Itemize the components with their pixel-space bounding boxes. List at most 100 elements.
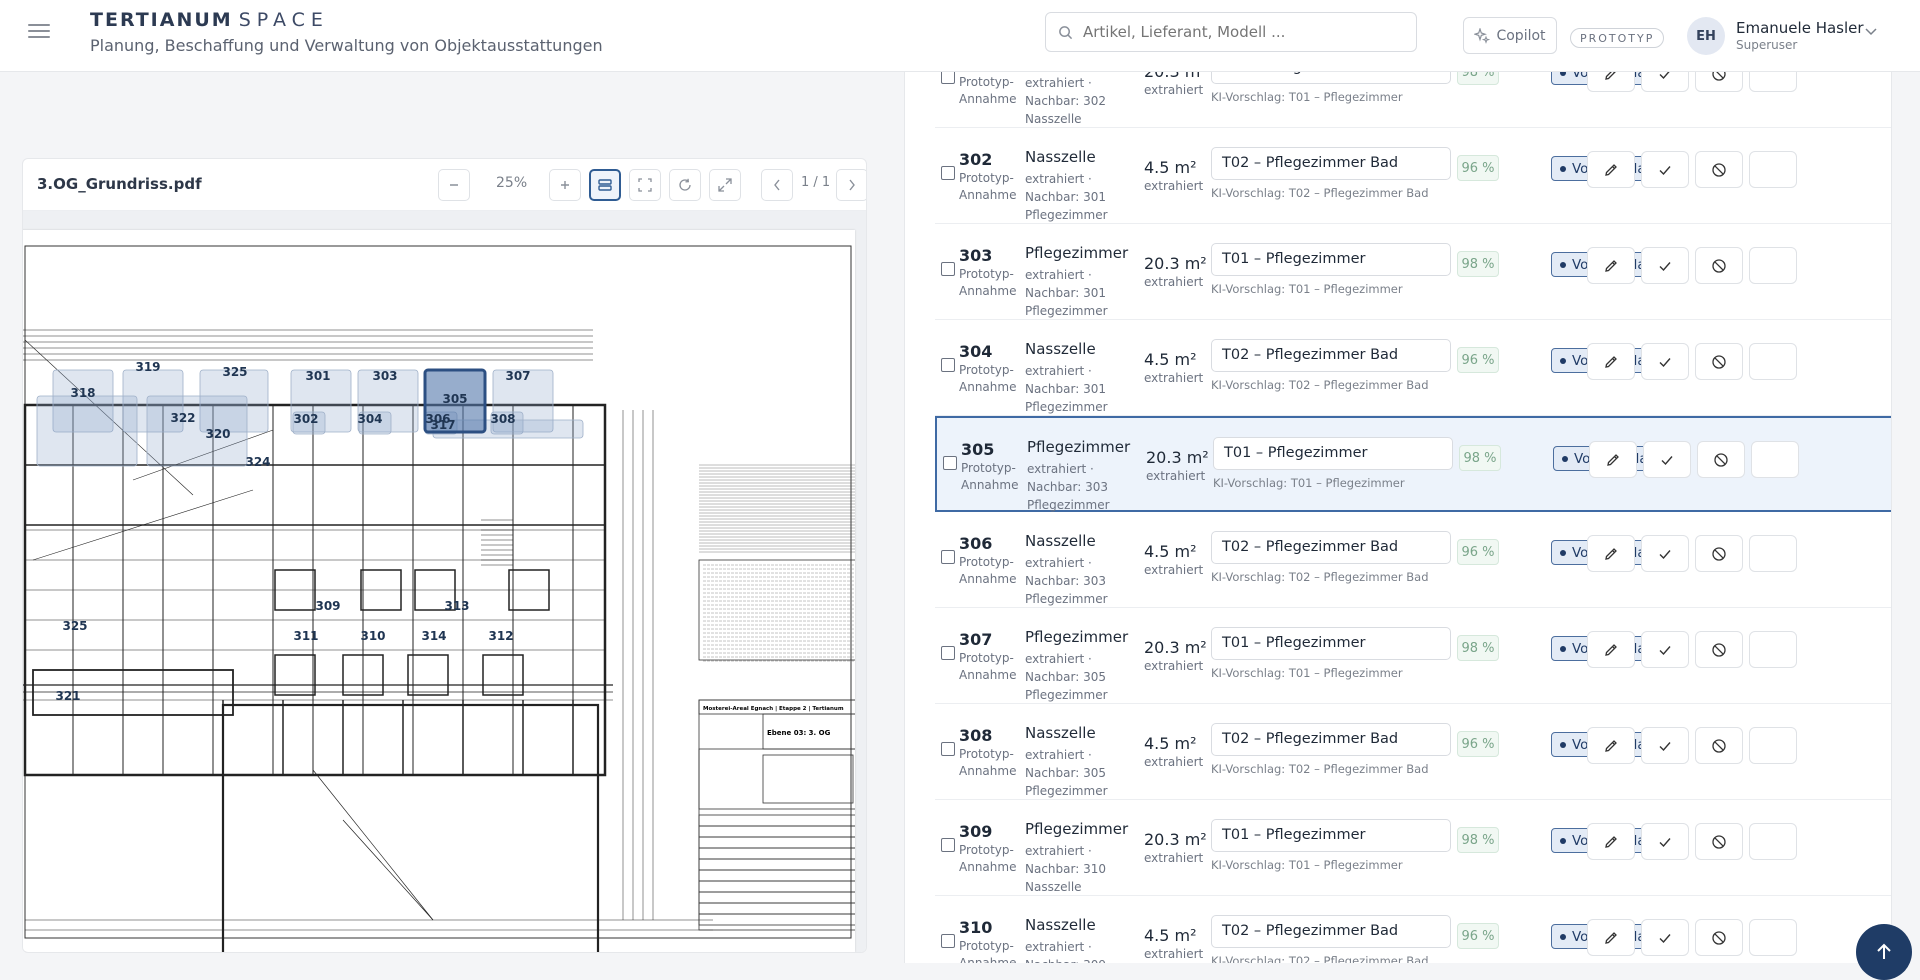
reject-button[interactable] [1695, 535, 1743, 572]
edit-button[interactable] [1587, 72, 1635, 92]
ban-icon [1712, 930, 1726, 945]
edit-button[interactable] [1589, 441, 1637, 478]
accept-button[interactable] [1641, 343, 1689, 380]
floor-plan[interactable]: 319 325 301 303305307318322320302 304 306 3083… [22, 230, 860, 952]
menu-icon[interactable] [28, 20, 50, 40]
prev-page-button[interactable] [761, 169, 793, 201]
row-checkbox[interactable] [941, 742, 955, 756]
copilot-button[interactable]: Copilot [1463, 17, 1557, 54]
edit-button[interactable] [1587, 535, 1635, 572]
search-input[interactable] [1083, 23, 1383, 41]
table-row[interactable]: Prototyp-Annahme extrahiert · Nachbar: 3… [935, 72, 1891, 128]
viewer-canvas[interactable]: 319 325 301 303 305 307 318 322 320 302 304 306 308 3… [22, 211, 866, 952]
more-button[interactable] [1749, 535, 1797, 572]
accept-button[interactable] [1641, 823, 1689, 860]
more-button[interactable] [1749, 631, 1797, 668]
row-checkbox[interactable] [941, 72, 955, 84]
more-button[interactable] [1749, 823, 1797, 860]
reject-button[interactable] [1695, 247, 1743, 284]
edit-button[interactable] [1587, 631, 1635, 668]
room-type-select[interactable]: T02 – Pflegezimmer Bad [1211, 339, 1451, 372]
row-checkbox[interactable] [941, 166, 955, 180]
table-row[interactable]: 303 Prototyp-Annahme Pflegezimmer extrah… [935, 224, 1891, 320]
room-type-select[interactable]: T02 – Pflegezimmer Bad [1211, 915, 1451, 948]
accept-button[interactable] [1641, 72, 1689, 92]
edit-button[interactable] [1587, 727, 1635, 764]
accept-button[interactable] [1641, 535, 1689, 572]
room-type-select[interactable]: T01 – Pflegezimmer [1211, 72, 1451, 84]
more-button[interactable] [1749, 247, 1797, 284]
user-name[interactable]: Emanuele Hasler [1736, 19, 1864, 37]
pencil-icon [1605, 643, 1617, 656]
accept-button[interactable] [1641, 247, 1689, 284]
row-checkbox[interactable] [941, 838, 955, 852]
room-type-select[interactable]: T02 – Pflegezimmer Bad [1211, 147, 1451, 180]
reject-button[interactable] [1695, 151, 1743, 188]
reject-button[interactable] [1695, 823, 1743, 860]
room-overlay[interactable] [146, 395, 248, 467]
room-area: 4.5 m² [1144, 734, 1197, 753]
table-row[interactable]: 306 Prototyp-Annahme Nasszelle extrahier… [935, 512, 1891, 608]
reject-button[interactable] [1695, 631, 1743, 668]
table-row[interactable]: 307 Prototyp-Annahme Pflegezimmer extrah… [935, 608, 1891, 704]
more-button[interactable] [1751, 441, 1799, 478]
table-row[interactable]: 302 Prototyp-Annahme Nasszelle extrahier… [935, 128, 1891, 224]
accept-button[interactable] [1641, 151, 1689, 188]
avatar[interactable]: EH [1687, 17, 1725, 55]
row-checkbox[interactable] [941, 358, 955, 372]
accept-button[interactable] [1641, 727, 1689, 764]
room-type-select[interactable]: T02 – Pflegezimmer Bad [1211, 531, 1451, 564]
row-checkbox[interactable] [941, 646, 955, 660]
reject-button[interactable] [1695, 72, 1743, 92]
room-source: Prototyp-Annahme [959, 363, 1017, 394]
reject-button[interactable] [1695, 919, 1743, 956]
edit-button[interactable] [1587, 919, 1635, 956]
table-row[interactable]: 309 Prototyp-Annahme Pflegezimmer extrah… [935, 800, 1891, 896]
reject-button[interactable] [1695, 343, 1743, 380]
room-source: Prototyp-Annahme [959, 171, 1017, 202]
search-box[interactable] [1045, 12, 1417, 52]
room-area: 20.3 m² [1144, 830, 1207, 849]
row-checkbox[interactable] [941, 550, 955, 564]
area-source: extrahiert [1144, 275, 1204, 289]
row-checkbox[interactable] [941, 934, 955, 948]
edit-button[interactable] [1587, 151, 1635, 188]
room-label: 317 [430, 418, 455, 432]
more-button[interactable] [1749, 343, 1797, 380]
room-type-select[interactable]: T01 – Pflegezimmer [1213, 437, 1453, 470]
zoom-out-button[interactable] [438, 169, 470, 201]
room-source: Prototyp-Annahme [961, 461, 1019, 492]
table-row[interactable]: 304 Prototyp-Annahme Nasszelle extrahier… [935, 320, 1891, 416]
room-type-select[interactable]: T02 – Pflegezimmer Bad [1211, 723, 1451, 756]
rotate-button[interactable] [669, 169, 701, 201]
accept-button[interactable] [1641, 631, 1689, 668]
room-overlay[interactable] [36, 395, 138, 467]
more-button[interactable] [1749, 727, 1797, 764]
fit-page-button[interactable] [629, 169, 661, 201]
row-checkbox[interactable] [943, 456, 957, 470]
more-button[interactable] [1749, 919, 1797, 956]
accept-button[interactable] [1643, 441, 1691, 478]
fit-width-button[interactable] [589, 169, 621, 201]
more-button[interactable] [1749, 72, 1797, 92]
chevron-down-icon[interactable] [1865, 28, 1877, 36]
expand-button[interactable] [709, 169, 741, 201]
reject-button[interactable] [1697, 441, 1745, 478]
room-type-select[interactable]: T01 – Pflegezimmer [1211, 243, 1451, 276]
table-row[interactable]: 308 Prototyp-Annahme Nasszelle extrahier… [935, 704, 1891, 800]
accept-button[interactable] [1641, 919, 1689, 956]
edit-button[interactable] [1587, 343, 1635, 380]
zoom-in-button[interactable] [549, 169, 581, 201]
table-row[interactable]: 305 Prototyp-Annahme Pflegezimmer extrah… [935, 416, 1891, 512]
brand-logo[interactable]: TERTIANUM SPACE [90, 9, 603, 31]
more-button[interactable] [1749, 151, 1797, 188]
scroll-top-button[interactable] [1856, 924, 1912, 980]
next-page-button[interactable] [836, 169, 866, 201]
edit-button[interactable] [1587, 247, 1635, 284]
room-type-select[interactable]: T01 – Pflegezimmer [1211, 627, 1451, 660]
reject-button[interactable] [1695, 727, 1743, 764]
edit-button[interactable] [1587, 823, 1635, 860]
room-type-select[interactable]: T01 – Pflegezimmer [1211, 819, 1451, 852]
table-row[interactable]: 310 Prototyp-Annahme Nasszelle extrahier… [935, 896, 1891, 963]
row-checkbox[interactable] [941, 262, 955, 276]
